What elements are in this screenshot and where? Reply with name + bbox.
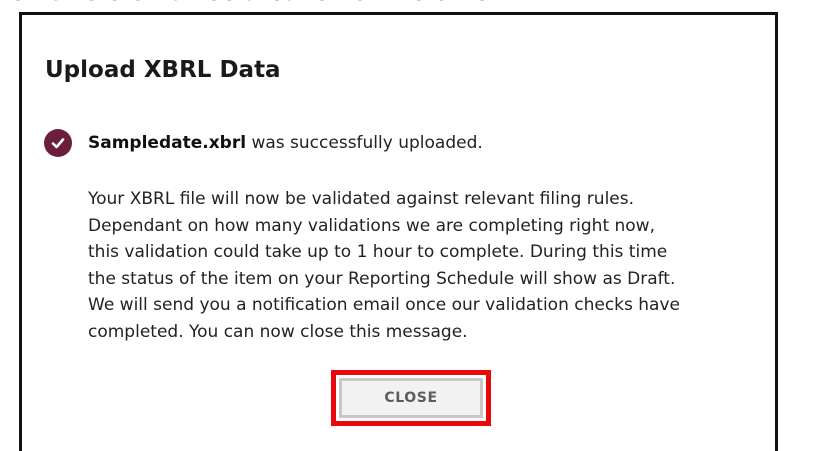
upload-status-text: Sampledate.xbrl was successfully uploade… — [88, 133, 483, 153]
upload-status-message: was successfully uploaded. — [246, 133, 483, 153]
info-line: the status of the item on your Reporting… — [88, 268, 676, 289]
info-line: We will send you a notification email on… — [88, 295, 680, 316]
close-button[interactable]: CLOSE — [339, 378, 483, 418]
uploaded-filename: Sampledate.xbrl — [88, 133, 247, 153]
info-line: completed. You can now close this messag… — [88, 321, 468, 342]
page: ethat ets ethanise ateane net the ethe U… — [0, 0, 813, 451]
upload-status-row: Sampledate.xbrl was successfully uploade… — [44, 128, 483, 158]
info-line: Dependant on how many validations we are… — [88, 215, 655, 236]
validation-info-text: Your XBRL file will now be validated aga… — [88, 186, 778, 346]
info-line: this validation could take up to 1 hour … — [88, 242, 668, 263]
info-line: Your XBRL file will now be validated aga… — [88, 189, 635, 209]
checkmark-circle-icon — [44, 129, 72, 157]
modal-title: Upload XBRL Data — [45, 57, 281, 83]
cropped-top-text: ethat ets ethanise ateane net the ethe — [0, 0, 813, 11]
